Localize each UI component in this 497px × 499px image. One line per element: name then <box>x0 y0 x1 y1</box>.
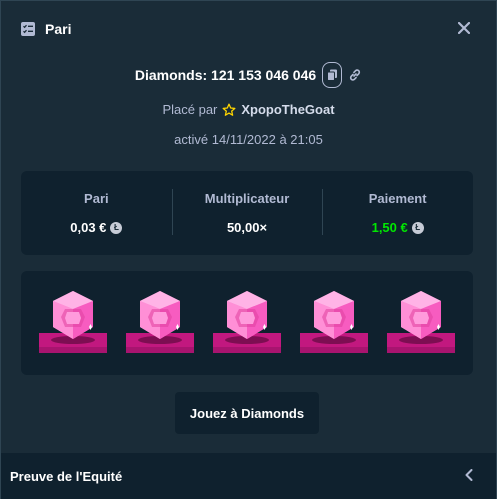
bet-modal: Pari Diamonds: 121 153 046 046 Placé par <box>0 0 497 499</box>
provably-fair-label: Preuve de l'Equité <box>10 469 123 484</box>
chevron-left-icon[interactable] <box>465 469 473 481</box>
stat-multiplier: Multiplicateur 50,00× <box>171 187 323 239</box>
close-icon[interactable] <box>456 20 472 36</box>
stat-multiplier-value: 50,00× <box>172 220 323 235</box>
stat-payout-value: 1,50 € Ł <box>322 220 473 235</box>
stat-bet-value: 0,03 € Ł <box>21 220 172 235</box>
stat-bet: Pari 0,03 € Ł <box>21 187 172 239</box>
bet-amount: 0,03 € <box>70 220 107 235</box>
modal-header: Pari <box>1 1 496 57</box>
stat-payout-label: Paiement <box>368 191 427 206</box>
link-icon[interactable] <box>348 68 362 82</box>
gem-icon <box>37 287 109 359</box>
stat-payout: Paiement 1,50 € Ł <box>322 187 473 239</box>
gem-icon <box>211 287 283 359</box>
gem-result-row <box>21 271 473 375</box>
placed-by-label: Placé par <box>162 102 218 117</box>
stat-multiplier-label: Multiplicateur <box>204 191 290 206</box>
gem-icon <box>124 287 196 359</box>
star-icon <box>222 103 236 117</box>
play-diamonds-button[interactable]: Jouez à Diamonds <box>175 392 319 434</box>
game-id-line: Diamonds: 121 153 046 046 <box>1 62 496 88</box>
litecoin-icon: Ł <box>411 221 424 234</box>
game-id-label: Diamonds: 121 153 046 046 <box>134 67 317 83</box>
bet-slip-icon <box>20 21 36 37</box>
activated-date: activé 14/11/2022 à 21:05 <box>174 132 323 147</box>
username-link[interactable]: XpopoTheGoat <box>241 102 334 117</box>
modal-title: Pari <box>45 21 72 37</box>
litecoin-icon: Ł <box>110 221 123 234</box>
placed-by-line: Placé par XpopoTheGoat <box>1 102 496 117</box>
payout-amount: 1,50 € <box>371 220 408 235</box>
multiplier-amount: 50,00× <box>226 220 268 235</box>
gem-icon <box>385 287 457 359</box>
copy-icon[interactable] <box>322 62 343 88</box>
gem-icon <box>298 287 370 359</box>
stat-bet-label: Pari <box>84 191 109 206</box>
provably-fair-section[interactable]: Preuve de l'Equité <box>1 453 496 499</box>
bet-stats-panel: Pari 0,03 € Ł Multiplicateur 50,00× Paie… <box>21 171 473 255</box>
